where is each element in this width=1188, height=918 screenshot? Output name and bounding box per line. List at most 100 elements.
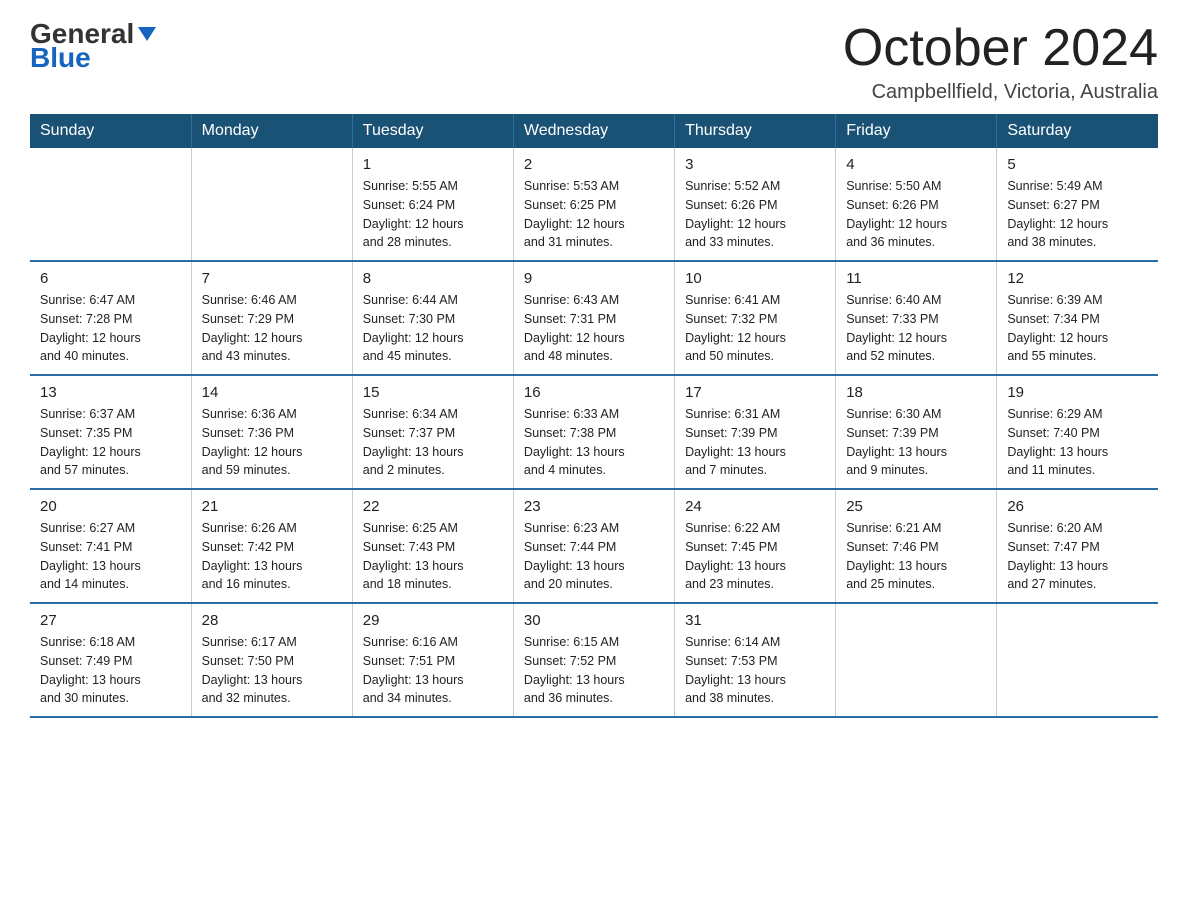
day-info: Sunrise: 6:27 AM Sunset: 7:41 PM Dayligh… bbox=[40, 519, 181, 594]
day-number: 18 bbox=[846, 384, 986, 401]
day-number: 23 bbox=[524, 498, 664, 515]
day-info: Sunrise: 6:18 AM Sunset: 7:49 PM Dayligh… bbox=[40, 633, 181, 708]
day-info: Sunrise: 6:23 AM Sunset: 7:44 PM Dayligh… bbox=[524, 519, 664, 594]
day-number: 11 bbox=[846, 270, 986, 287]
header-thursday: Thursday bbox=[675, 114, 836, 148]
day-info: Sunrise: 5:49 AM Sunset: 6:27 PM Dayligh… bbox=[1007, 177, 1148, 252]
calendar-week-row: 27 Sunrise: 6:18 AM Sunset: 7:49 PM Dayli… bbox=[30, 603, 1158, 717]
day-info: Sunrise: 6:37 AM Sunset: 7:35 PM Dayligh… bbox=[40, 405, 181, 480]
calendar-cell: 15Sunrise: 6:34 AM Sunset: 7:37 PM Dayli… bbox=[352, 375, 513, 489]
calendar-cell: 24 Sunrise: 6:22 AM Sunset: 7:45 PM Dayli… bbox=[675, 489, 836, 603]
day-number: 30 bbox=[524, 612, 664, 629]
day-info: Sunrise: 5:52 AM Sunset: 6:26 PM Dayligh… bbox=[685, 177, 825, 252]
calendar-cell: 10 Sunrise: 6:41 AM Sunset: 7:32 PM Dayli… bbox=[675, 261, 836, 375]
day-info: Sunrise: 6:30 AM Sunset: 7:39 PM Dayligh… bbox=[846, 405, 986, 480]
day-info: Sunrise: 6:44 AM Sunset: 7:30 PM Dayligh… bbox=[363, 291, 503, 366]
calendar-week-row: 20Sunrise: 6:27 AM Sunset: 7:41 PM Dayli… bbox=[30, 489, 1158, 603]
day-number: 5 bbox=[1007, 156, 1148, 173]
day-info: Sunrise: 6:15 AM Sunset: 7:52 PM Dayligh… bbox=[524, 633, 664, 708]
day-number: 2 bbox=[524, 156, 664, 173]
day-info: Sunrise: 6:21 AM Sunset: 7:46 PM Dayligh… bbox=[846, 519, 986, 594]
day-info: Sunrise: 6:14 AM Sunset: 7:53 PM Dayligh… bbox=[685, 633, 825, 708]
day-number: 21 bbox=[202, 498, 342, 515]
day-info: Sunrise: 5:53 AM Sunset: 6:25 PM Dayligh… bbox=[524, 177, 664, 252]
calendar-cell bbox=[191, 148, 352, 261]
calendar-cell: 14 Sunrise: 6:36 AM Sunset: 7:36 PM Dayli… bbox=[191, 375, 352, 489]
calendar-cell bbox=[836, 603, 997, 717]
calendar-cell bbox=[30, 148, 191, 261]
calendar-cell: 1Sunrise: 5:55 AM Sunset: 6:24 PM Daylig… bbox=[352, 148, 513, 261]
calendar-cell: 25 Sunrise: 6:21 AM Sunset: 7:46 PM Dayli… bbox=[836, 489, 997, 603]
day-number: 24 bbox=[685, 498, 825, 515]
calendar-week-row: 1Sunrise: 5:55 AM Sunset: 6:24 PM Daylig… bbox=[30, 148, 1158, 261]
day-number: 6 bbox=[40, 270, 181, 287]
day-info: Sunrise: 6:40 AM Sunset: 7:33 PM Dayligh… bbox=[846, 291, 986, 366]
calendar-cell: 22Sunrise: 6:25 AM Sunset: 7:43 PM Dayli… bbox=[352, 489, 513, 603]
calendar-cell: 27 Sunrise: 6:18 AM Sunset: 7:49 PM Dayli… bbox=[30, 603, 191, 717]
calendar-header-row: SundayMondayTuesdayWednesdayThursdayFrid… bbox=[30, 114, 1158, 148]
day-number: 7 bbox=[202, 270, 342, 287]
day-number: 10 bbox=[685, 270, 825, 287]
day-info: Sunrise: 6:33 AM Sunset: 7:38 PM Dayligh… bbox=[524, 405, 664, 480]
day-info: Sunrise: 6:31 AM Sunset: 7:39 PM Dayligh… bbox=[685, 405, 825, 480]
day-number: 15 bbox=[363, 384, 503, 401]
header-friday: Friday bbox=[836, 114, 997, 148]
day-number: 31 bbox=[685, 612, 825, 629]
day-info: Sunrise: 6:46 AM Sunset: 7:29 PM Dayligh… bbox=[202, 291, 342, 366]
day-info: Sunrise: 6:20 AM Sunset: 7:47 PM Dayligh… bbox=[1007, 519, 1148, 594]
day-info: Sunrise: 6:41 AM Sunset: 7:32 PM Dayligh… bbox=[685, 291, 825, 366]
calendar-cell: 16 Sunrise: 6:33 AM Sunset: 7:38 PM Dayli… bbox=[513, 375, 674, 489]
day-number: 14 bbox=[202, 384, 342, 401]
calendar-cell: 31 Sunrise: 6:14 AM Sunset: 7:53 PM Dayli… bbox=[675, 603, 836, 717]
day-number: 25 bbox=[846, 498, 986, 515]
header-sunday: Sunday bbox=[30, 114, 191, 148]
page-header: General Blue October 2024 Campbellfield,… bbox=[30, 20, 1158, 104]
day-info: Sunrise: 6:26 AM Sunset: 7:42 PM Dayligh… bbox=[202, 519, 342, 594]
day-info: Sunrise: 6:39 AM Sunset: 7:34 PM Dayligh… bbox=[1007, 291, 1148, 366]
day-info: Sunrise: 5:50 AM Sunset: 6:26 PM Dayligh… bbox=[846, 177, 986, 252]
calendar-cell: 6Sunrise: 6:47 AM Sunset: 7:28 PM Daylig… bbox=[30, 261, 191, 375]
calendar-cell: 11 Sunrise: 6:40 AM Sunset: 7:33 PM Dayli… bbox=[836, 261, 997, 375]
header-saturday: Saturday bbox=[997, 114, 1158, 148]
logo: General Blue bbox=[30, 20, 156, 72]
header-tuesday: Tuesday bbox=[352, 114, 513, 148]
calendar-cell: 4 Sunrise: 5:50 AM Sunset: 6:26 PM Daylig… bbox=[836, 148, 997, 261]
calendar-cell: 20Sunrise: 6:27 AM Sunset: 7:41 PM Dayli… bbox=[30, 489, 191, 603]
month-title: October 2024 bbox=[843, 20, 1158, 77]
calendar-cell: 2 Sunrise: 5:53 AM Sunset: 6:25 PM Daylig… bbox=[513, 148, 674, 261]
calendar-cell: 26Sunrise: 6:20 AM Sunset: 7:47 PM Dayli… bbox=[997, 489, 1158, 603]
day-number: 17 bbox=[685, 384, 825, 401]
day-number: 4 bbox=[846, 156, 986, 173]
calendar-cell: 13 Sunrise: 6:37 AM Sunset: 7:35 PM Dayli… bbox=[30, 375, 191, 489]
day-info: Sunrise: 5:55 AM Sunset: 6:24 PM Dayligh… bbox=[363, 177, 503, 252]
day-number: 3 bbox=[685, 156, 825, 173]
day-info: Sunrise: 6:25 AM Sunset: 7:43 PM Dayligh… bbox=[363, 519, 503, 594]
logo-blue: Blue bbox=[30, 44, 91, 72]
day-number: 28 bbox=[202, 612, 342, 629]
calendar-cell: 30 Sunrise: 6:15 AM Sunset: 7:52 PM Dayli… bbox=[513, 603, 674, 717]
day-info: Sunrise: 6:43 AM Sunset: 7:31 PM Dayligh… bbox=[524, 291, 664, 366]
calendar-cell: 17 Sunrise: 6:31 AM Sunset: 7:39 PM Dayli… bbox=[675, 375, 836, 489]
day-number: 27 bbox=[40, 612, 181, 629]
day-info: Sunrise: 6:36 AM Sunset: 7:36 PM Dayligh… bbox=[202, 405, 342, 480]
location-label: Campbellfield, Victoria, Australia bbox=[843, 81, 1158, 104]
calendar-cell: 3 Sunrise: 5:52 AM Sunset: 6:26 PM Daylig… bbox=[675, 148, 836, 261]
calendar-cell: 21 Sunrise: 6:26 AM Sunset: 7:42 PM Dayli… bbox=[191, 489, 352, 603]
calendar-cell: 28 Sunrise: 6:17 AM Sunset: 7:50 PM Dayli… bbox=[191, 603, 352, 717]
calendar-cell: 8Sunrise: 6:44 AM Sunset: 7:30 PM Daylig… bbox=[352, 261, 513, 375]
day-number: 19 bbox=[1007, 384, 1148, 401]
day-number: 16 bbox=[524, 384, 664, 401]
calendar-week-row: 6Sunrise: 6:47 AM Sunset: 7:28 PM Daylig… bbox=[30, 261, 1158, 375]
day-number: 29 bbox=[363, 612, 503, 629]
calendar-cell: 5 Sunrise: 5:49 AM Sunset: 6:27 PM Daylig… bbox=[997, 148, 1158, 261]
day-info: Sunrise: 6:22 AM Sunset: 7:45 PM Dayligh… bbox=[685, 519, 825, 594]
title-block: October 2024 Campbellfield, Victoria, Au… bbox=[843, 20, 1158, 104]
day-info: Sunrise: 6:17 AM Sunset: 7:50 PM Dayligh… bbox=[202, 633, 342, 708]
day-info: Sunrise: 6:29 AM Sunset: 7:40 PM Dayligh… bbox=[1007, 405, 1148, 480]
day-number: 13 bbox=[40, 384, 181, 401]
header-monday: Monday bbox=[191, 114, 352, 148]
header-wednesday: Wednesday bbox=[513, 114, 674, 148]
calendar-cell: 12Sunrise: 6:39 AM Sunset: 7:34 PM Dayli… bbox=[997, 261, 1158, 375]
calendar-cell: 9Sunrise: 6:43 AM Sunset: 7:31 PM Daylig… bbox=[513, 261, 674, 375]
day-info: Sunrise: 6:16 AM Sunset: 7:51 PM Dayligh… bbox=[363, 633, 503, 708]
